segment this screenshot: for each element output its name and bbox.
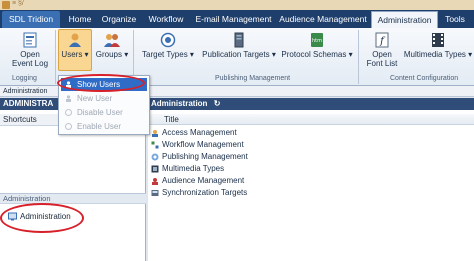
event-log-icon — [23, 32, 37, 48]
open-font-list-label-2: Font List — [366, 59, 398, 68]
workflow-icon — [151, 141, 159, 149]
target-types-label: Target Types ▾ — [142, 50, 194, 59]
protocol-schemas-button[interactable]: htm Protocol Schemas ▾ — [280, 32, 354, 59]
list-item-label: Access Management — [162, 128, 237, 137]
list-item-label: Synchronization Targets — [162, 188, 248, 197]
quick-access-toolbar[interactable]: ≡ §/ — [12, 0, 24, 7]
ribbon-separator — [55, 30, 56, 84]
users-label: Users ▾ — [61, 50, 89, 59]
list-item[interactable]: Multimedia Types — [150, 163, 224, 174]
tab-audience-management[interactable]: Audience Management — [277, 11, 369, 28]
list-item[interactable]: Publishing Management — [150, 151, 248, 162]
menu-item-label: Disable User — [77, 108, 123, 117]
new-user-icon — [66, 95, 71, 102]
tab-email-management[interactable]: E-mail Management — [191, 11, 276, 28]
menu-item-enable-user[interactable]: Enable User — [61, 120, 147, 133]
multimedia-icon — [432, 33, 444, 47]
open-font-list-label-1: Open — [372, 50, 392, 59]
menu-item-disable-user[interactable]: Disable User — [61, 106, 147, 119]
main-pane-title: Administration — [151, 99, 208, 108]
tab-tools[interactable]: Tools — [440, 11, 470, 28]
multimedia-types-icon — [151, 165, 159, 173]
administration-section-header[interactable]: Administration — [0, 193, 146, 204]
open-font-list-button[interactable]: f Open Font List — [362, 32, 402, 68]
refresh-icon[interactable]: ↻ — [214, 99, 221, 108]
groups-button[interactable]: Groups ▾ — [94, 32, 130, 59]
audience-management-icon — [152, 178, 158, 185]
app-icon — [2, 1, 10, 9]
ribbon-separator — [358, 30, 359, 84]
open-event-log-label-2: Event Log — [11, 59, 49, 68]
list-item-label: Workflow Management — [162, 140, 244, 149]
list-item-label: Audience Management — [162, 176, 245, 185]
access-management-icon — [152, 130, 158, 137]
list-item-label: Multimedia Types — [162, 164, 225, 173]
enable-user-icon — [65, 123, 72, 130]
menu-item-label: Enable User — [77, 122, 122, 131]
annotation-oval-administration — [0, 203, 84, 233]
tab-sdl-tridion[interactable]: SDL Tridion — [2, 11, 60, 28]
publication-targets-label: Publication Targets ▾ — [202, 50, 276, 59]
open-event-log-label-1: Open — [20, 50, 40, 59]
group-label-content: Content Configuration — [390, 75, 459, 82]
title-column-header[interactable]: Title — [148, 114, 474, 125]
server-icon — [234, 32, 244, 48]
list-item[interactable]: Access Management — [150, 127, 237, 138]
list-item-label: Publishing Management — [162, 152, 248, 161]
list-item[interactable]: Audience Management — [150, 175, 244, 186]
user-icon — [69, 33, 81, 47]
main-pane-header: Administration ↻ — [148, 98, 474, 110]
menu-item-new-user[interactable]: New User — [61, 92, 147, 105]
font-list-icon: f — [375, 32, 389, 48]
group-label-publishing: Publishing Management — [215, 75, 291, 82]
annotation-oval-show-users — [57, 74, 145, 92]
protocol-schema-icon: htm — [311, 33, 323, 47]
list-item[interactable]: Synchronization Targets — [150, 187, 247, 198]
tab-home[interactable]: Home — [63, 11, 97, 28]
multimedia-types-label: Multimedia Types ▾ — [403, 50, 473, 59]
disable-user-icon — [65, 109, 72, 116]
multimedia-types-button[interactable]: Multimedia Types ▾ — [403, 32, 473, 59]
target-types-button[interactable]: Target Types ▾ — [138, 32, 198, 59]
target-types-icon — [160, 32, 176, 48]
groups-label: Groups ▾ — [95, 50, 129, 59]
protocol-schemas-label: Protocol Schemas ▾ — [281, 50, 353, 59]
publishing-icon — [151, 153, 159, 161]
tab-workflow[interactable]: Workflow — [143, 11, 189, 28]
publication-targets-button[interactable]: Publication Targets ▾ — [200, 32, 278, 59]
title-bar — [0, 0, 474, 10]
svg-text:htm: htm — [312, 38, 322, 44]
menu-item-label: New User — [77, 94, 113, 103]
list-item[interactable]: Workflow Management — [150, 139, 244, 150]
group-label-logging: Logging — [12, 75, 37, 82]
tab-administration[interactable]: Administration — [371, 11, 438, 29]
open-event-log-button[interactable]: Open Event Log — [8, 32, 52, 68]
synchronization-icon — [151, 190, 159, 196]
tab-organize[interactable]: Organize — [98, 11, 140, 28]
users-button-content: Users ▾ — [58, 32, 92, 59]
groups-icon — [104, 34, 120, 47]
